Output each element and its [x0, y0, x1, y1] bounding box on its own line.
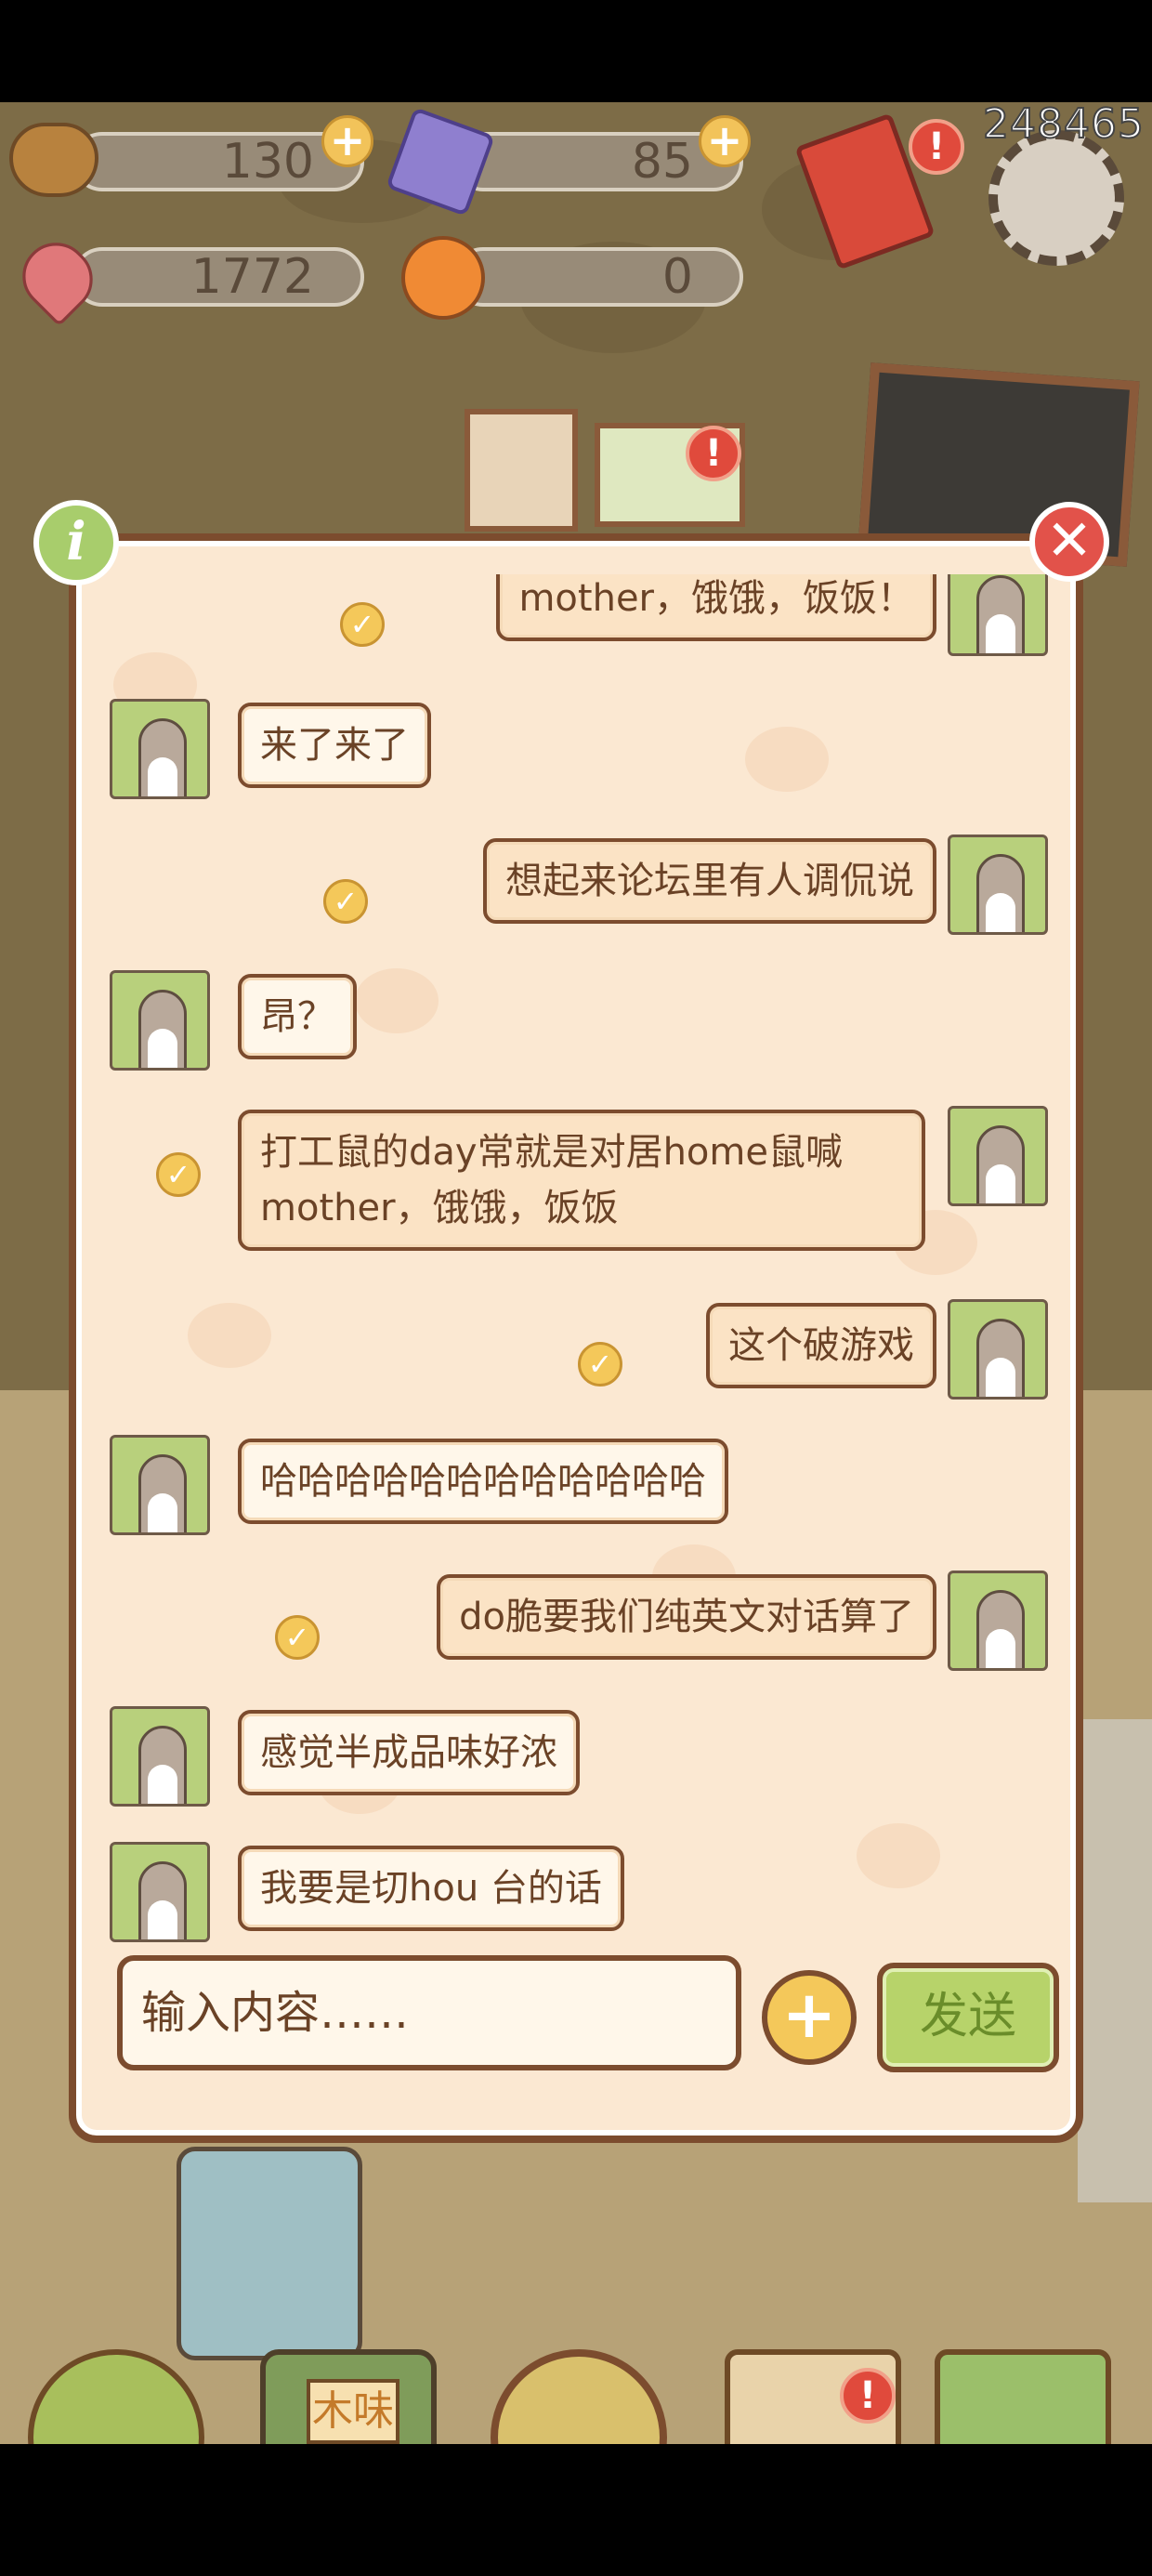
friend-avatar[interactable]: [110, 1842, 210, 1942]
chat-message-received: 我要是切hou 台的话: [110, 1842, 1048, 1953]
chat-bubble: do脆要我们纯英文对话算了: [437, 1574, 936, 1660]
add-crystal-button[interactable]: +: [699, 115, 751, 167]
status-bar: [0, 0, 1152, 102]
orange-icon: [401, 236, 485, 320]
chat-message-list[interactable]: ✓ mother，饿饿，饭饭！ 来了来了 ✓ 想起来论坛里有人调侃说 昂？ ✓ …: [110, 574, 1048, 1968]
friend-avatar[interactable]: [110, 1435, 210, 1535]
player-id-number: 248465: [982, 99, 1145, 149]
chat-message-sent: ✓ 打工鼠的day常就是对居home鼠喊mother，饿饿，饭饭: [110, 1106, 1048, 1264]
friend-avatar[interactable]: [110, 699, 210, 799]
add-acorn-button[interactable]: +: [321, 115, 373, 167]
chat-dialog: ✓ mother，饿饿，饭饭！ 来了来了 ✓ 想起来论坛里有人调侃说 昂？ ✓ …: [69, 533, 1083, 2143]
chat-message-received: 感觉半成品味好浓: [110, 1706, 1048, 1818]
chat-bubble: mother，饿饿，饭饭！: [496, 574, 936, 641]
task-alert-badge: !: [840, 2368, 896, 2424]
chat-bubble: 感觉半成品味好浓: [238, 1710, 580, 1795]
chat-message-received: 来了来了: [110, 699, 1048, 810]
gift-alert-badge: !: [909, 119, 964, 175]
acorn-icon: [9, 123, 98, 197]
attach-plus-button[interactable]: +: [762, 1970, 857, 2065]
chat-message-sent: ✓ do脆要我们纯英文对话算了: [110, 1571, 1048, 1682]
chat-message-sent: ✓ 想起来论坛里有人调侃说: [110, 835, 1048, 946]
settings-gear-icon[interactable]: [988, 130, 1124, 266]
chat-bubble: 我要是切hou 台的话: [238, 1846, 624, 1931]
alert-badge: !: [686, 426, 741, 481]
user-avatar[interactable]: [948, 835, 1048, 935]
read-check-icon: ✓: [156, 1152, 201, 1197]
chat-bubble: 打工鼠的day常就是对居home鼠喊mother，饿饿，饭饭: [238, 1110, 925, 1251]
wall-frame-leaf: [465, 409, 578, 532]
mail-label: 木味: [307, 2379, 399, 2444]
nav-bar: [0, 2444, 1152, 2576]
user-avatar[interactable]: [948, 1106, 1048, 1206]
read-check-icon: ✓: [340, 602, 385, 647]
user-avatar[interactable]: [948, 574, 1048, 656]
send-button[interactable]: 发送: [877, 1963, 1059, 2072]
chat-bubble: 想起来论坛里有人调侃说: [483, 838, 936, 924]
friend-avatar[interactable]: [110, 1706, 210, 1807]
info-button[interactable]: i: [33, 500, 119, 585]
read-check-icon: ✓: [578, 1342, 622, 1387]
chat-bubble: 这个破游戏: [706, 1303, 936, 1388]
chat-message-sent: ✓ mother，饿饿，饭饭！: [110, 574, 1048, 686]
chat-input[interactable]: 输入内容……: [117, 1955, 741, 2070]
read-check-icon: ✓: [275, 1615, 320, 1660]
chat-bubble: 来了来了: [238, 703, 431, 788]
read-check-icon: ✓: [323, 879, 368, 924]
floor-tile: [1078, 1719, 1152, 2202]
friend-avatar[interactable]: [110, 970, 210, 1071]
otter-character[interactable]: [177, 2147, 362, 2360]
user-avatar[interactable]: [948, 1571, 1048, 1671]
heart-counter: 1772: [72, 247, 364, 307]
close-button[interactable]: ✕: [1029, 502, 1109, 582]
user-avatar[interactable]: [948, 1299, 1048, 1400]
chat-message-received: 昂？: [110, 970, 1048, 1082]
chat-bubble: 昂？: [238, 974, 357, 1059]
chat-message-sent: ✓ 这个破游戏: [110, 1299, 1048, 1411]
chat-message-received: 哈哈哈哈哈哈哈哈哈哈哈哈: [110, 1435, 1048, 1546]
orange-counter: 0: [453, 247, 743, 307]
chat-bubble: 哈哈哈哈哈哈哈哈哈哈哈哈: [238, 1439, 728, 1524]
acorn-counter: 130: [72, 132, 364, 191]
